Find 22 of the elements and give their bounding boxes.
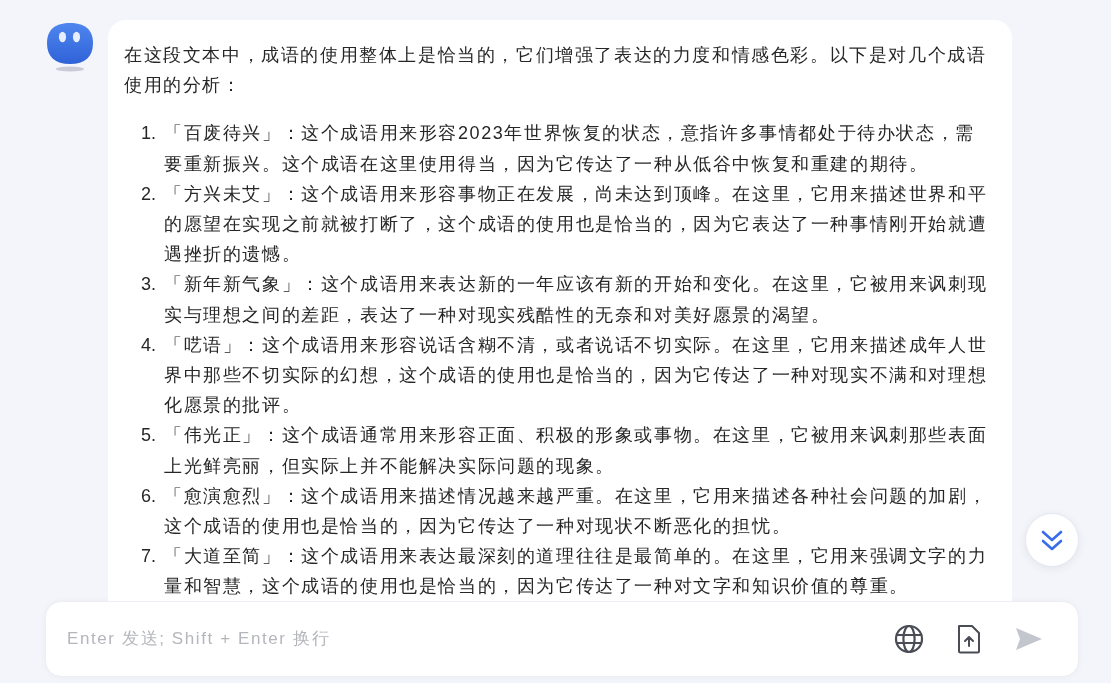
message-text: 在这段文本中，成语的使用整体上是恰当的，它们增强了表达的力度和情感色彩。以下是对几个成语使用的分析：	[124, 44, 988, 98]
input-box[interactable]: Enter 发送; Shift + Enter 换行	[45, 601, 1079, 677]
globe-icon	[894, 624, 924, 654]
list-item-text: 「百废待兴」：这个成语用来形容2023年世界恢复的状态，意指许多事情都处于待办状态，需要重新振兴。这个成语在这里使用得当，因为它传达了一种从低谷中恢复和重建的期待。	[164, 122, 976, 176]
file-upload-icon	[956, 624, 982, 654]
list-item-text: 「大道至简」：这个成语用来表达最深刻的道理往往是最简单的。在这里，它用来强调文字的力量和智慧，这个成语的使用也是恰当的，因为它传达了一种对文字和知识价值的尊重。	[164, 545, 989, 599]
scroll-down-button[interactable]	[1025, 513, 1079, 567]
list-number: 7.	[140, 545, 157, 569]
avatar-icon	[46, 22, 94, 72]
list-number: 3.	[140, 273, 157, 297]
list-item-text: 「新年新气象」：这个成语用来表达新的一年应该有新的开始和变化。在这里，它被用来讽刺现实与理想之间的差距，表达了一种对现实残酷性的无奈和对美好愿景的渴望。	[164, 273, 989, 327]
message-input[interactable]: Enter 发送; Shift + Enter 换行	[67, 621, 867, 657]
list-number: 2.	[140, 182, 157, 206]
list-item-text: 「呓语」：这个成语用来形容说话含糊不清，或者说话不切实际。在这里，它用来描述成年人世界中那些不切实际的幻想，这个成语的使用也是恰当的，因为它传达了一种对现实不满和对理想化愿景的批评。	[164, 333, 989, 418]
list-item-text: 「愈演愈烈」：这个成语用来描述情况越来越严重。在这里，它用来描述各种社会问题的加剧，这个成语的使用也是恰当的，因为它传达了一种对现状不断恶化的担忧。	[164, 484, 989, 539]
list-number: 4.	[140, 333, 157, 357]
list-number: 5.	[140, 424, 157, 448]
list-number: 1.	[140, 122, 157, 146]
list-item-text: 「方兴未艾」：这个成语用来形容事物正在发展，尚未达到顶峰。在这里，它用来描述世界和平的愿望在实现之前就被打断了，这个成语的使用也是恰当的，因为它表达了一种事情刚开始就遭遇挫折的遗憾。	[164, 182, 989, 267]
double-chevron-down-icon	[1041, 529, 1063, 551]
list-item-text: 「伟光正」：这个成语通常用来形容正面、积极的形象或事物。在这里，它被用来讽刺那些表面上光鲜亮丽，但实际上并不能解决实际问题的现象。	[164, 424, 989, 478]
list-number: 6.	[140, 484, 157, 508]
